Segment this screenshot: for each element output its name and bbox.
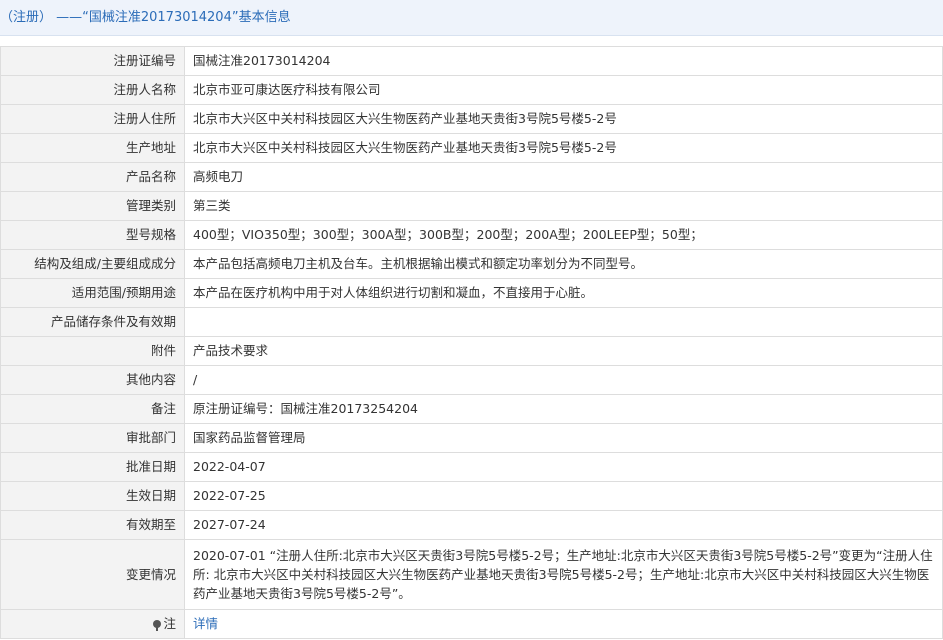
row-value: 本产品在医疗机构中用于对人体组织进行切割和凝血，不直接用于心脏。 (184, 278, 943, 308)
row-label: 有效期至 (0, 510, 185, 540)
row-label: 批准日期 (0, 452, 185, 482)
row-label: 附件 (0, 336, 185, 366)
row-value: 2022-04-07 (184, 452, 943, 482)
table-row: 注册证编号 国械注准20173014204 (0, 46, 943, 76)
row-value: 本产品包括高频电刀主机及台车。主机根据输出模式和额定功率划分为不同型号。 (184, 249, 943, 279)
row-value: 第三类 (184, 191, 943, 221)
row-label: 结构及组成/主要组成成分 (0, 249, 185, 279)
table-row: 生效日期 2022-07-25 (0, 481, 943, 511)
row-label: 生效日期 (0, 481, 185, 511)
row-value: 北京市大兴区中关村科技园区大兴生物医药产业基地天贵街3号院5号楼5-2号 (184, 104, 943, 134)
table-row: 注册人住所 北京市大兴区中关村科技园区大兴生物医药产业基地天贵街3号院5号楼5-… (0, 104, 943, 134)
row-value: / (184, 365, 943, 395)
row-label: 注册证编号 (0, 46, 185, 76)
row-label: 变更情况 (0, 539, 185, 610)
row-label: 型号规格 (0, 220, 185, 250)
row-value: 北京市亚可康达医疗科技有限公司 (184, 75, 943, 105)
table-row: 审批部门 国家药品监督管理局 (0, 423, 943, 453)
row-label: 注册人住所 (0, 104, 185, 134)
row-value: 北京市大兴区中关村科技园区大兴生物医药产业基地天贵街3号院5号楼5-2号 (184, 133, 943, 163)
table-row: 适用范围/预期用途 本产品在医疗机构中用于对人体组织进行切割和凝血，不直接用于心… (0, 278, 943, 308)
table-row: 产品储存条件及有效期 (0, 307, 943, 337)
row-label: 备注 (0, 394, 185, 424)
row-label: 产品储存条件及有效期 (0, 307, 185, 337)
pin-icon (153, 620, 162, 631)
note-label-cell: 注 (0, 609, 185, 639)
row-label: 适用范围/预期用途 (0, 278, 185, 308)
table-row: 注 详情 (0, 609, 943, 639)
row-label: 注册人名称 (0, 75, 185, 105)
table-row: 有效期至 2027-07-24 (0, 510, 943, 540)
row-value: 2020-07-01 “注册人住所:北京市大兴区天贵街3号院5号楼5-2号；生产… (184, 539, 943, 610)
row-value: 原注册证编号：国械注准20173254204 (184, 394, 943, 424)
row-value: 高频电刀 (184, 162, 943, 192)
row-label: 产品名称 (0, 162, 185, 192)
note-value-cell: 详情 (184, 609, 943, 639)
row-value (184, 307, 943, 337)
basic-info-table: 注册证编号 国械注准20173014204 注册人名称 北京市亚可康达医疗科技有… (0, 46, 943, 639)
row-label: 审批部门 (0, 423, 185, 453)
table-row: 变更情况 2020-07-01 “注册人住所:北京市大兴区天贵街3号院5号楼5-… (0, 539, 943, 610)
detail-link[interactable]: 详情 (193, 616, 218, 631)
page-title: （注册） ——“国械注准20173014204”基本信息 (0, 0, 943, 36)
table-row: 产品名称 高频电刀 (0, 162, 943, 192)
row-value: 2027-07-24 (184, 510, 943, 540)
row-label: 其他内容 (0, 365, 185, 395)
row-value: 2022-07-25 (184, 481, 943, 511)
row-value: 国家药品监督管理局 (184, 423, 943, 453)
table-row: 附件 产品技术要求 (0, 336, 943, 366)
table-row: 结构及组成/主要组成成分 本产品包括高频电刀主机及台车。主机根据输出模式和额定功… (0, 249, 943, 279)
table-row: 型号规格 400型；VIO350型；300型；300A型；300B型；200型；… (0, 220, 943, 250)
row-value: 产品技术要求 (184, 336, 943, 366)
table-row: 生产地址 北京市大兴区中关村科技园区大兴生物医药产业基地天贵街3号院5号楼5-2… (0, 133, 943, 163)
note-label: 注 (163, 616, 176, 631)
row-label: 生产地址 (0, 133, 185, 163)
table-row: 备注 原注册证编号：国械注准20173254204 (0, 394, 943, 424)
table-row: 注册人名称 北京市亚可康达医疗科技有限公司 (0, 75, 943, 105)
row-value: 国械注准20173014204 (184, 46, 943, 76)
table-row: 其他内容 / (0, 365, 943, 395)
table-row: 批准日期 2022-04-07 (0, 452, 943, 482)
table-row: 管理类别 第三类 (0, 191, 943, 221)
row-label: 管理类别 (0, 191, 185, 221)
row-value: 400型；VIO350型；300型；300A型；300B型；200型；200A型… (184, 220, 943, 250)
